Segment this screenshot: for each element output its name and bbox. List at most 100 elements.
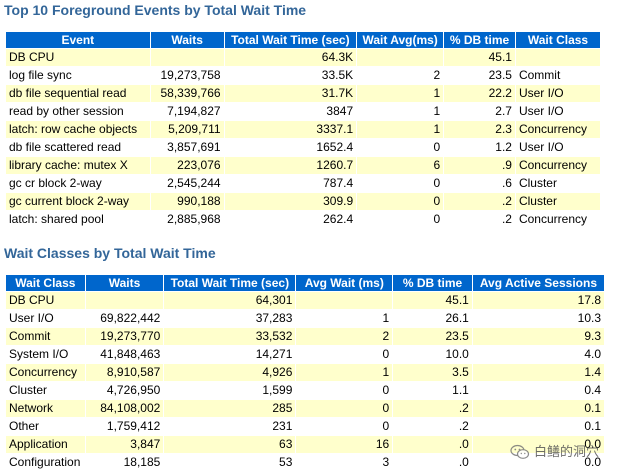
table-cell: 0	[296, 346, 393, 363]
table-cell: .6	[444, 175, 515, 192]
table-cell: 31.7K	[224, 85, 357, 102]
row-label: gc current block 2-way	[6, 193, 150, 210]
row-label: latch: shared pool	[6, 211, 150, 228]
table-row: DB CPU 64.3K 45.1	[6, 49, 600, 66]
table-cell: 1.1	[393, 382, 472, 399]
column-header: Wait Avg(ms)	[357, 32, 444, 48]
table-cell: 3,857,691	[150, 139, 224, 156]
top-foreground-events-table: Event Waits Total Wait Time (sec) Wait Avg(…	[5, 31, 601, 229]
table-cell: 2	[296, 328, 393, 345]
table-cell: .0	[393, 436, 472, 453]
table-cell: Cluster	[515, 193, 600, 210]
table-cell: 1	[296, 364, 393, 381]
row-label: log file sync	[6, 67, 150, 84]
table-cell: 1	[357, 85, 444, 102]
table-cell: 18,185	[85, 454, 164, 471]
table-cell: Cluster	[515, 175, 600, 192]
table-cell: 69,822,442	[85, 310, 164, 327]
table-cell: 10.0	[393, 346, 472, 363]
table-cell: 1260.7	[224, 157, 357, 174]
table-cell: 16	[296, 436, 393, 453]
table-cell: .2	[393, 400, 472, 417]
table-cell: 2,545,244	[150, 175, 224, 192]
table-cell: 2.7	[444, 103, 515, 120]
table-cell: 0.1	[472, 418, 604, 435]
row-label: System I/O	[6, 346, 85, 363]
table-cell: 1	[296, 310, 393, 327]
table-row: Network 84,108,002 285 0.2 0.1	[6, 400, 604, 417]
table-cell: Concurrency	[515, 157, 600, 174]
column-header: Avg Wait (ms)	[296, 275, 393, 291]
table-cell: 3,847	[85, 436, 164, 453]
table-cell: 22.2	[444, 85, 515, 102]
table-cell	[150, 49, 224, 66]
table-cell: 0	[296, 400, 393, 417]
table-cell: 10.3	[472, 310, 604, 327]
table-cell: 3.5	[393, 364, 472, 381]
column-header: % DB time	[393, 275, 472, 291]
table-header-row: Wait Class Waits Total Wait Time (sec) Avg …	[6, 275, 604, 291]
table-cell: 58,339,766	[150, 85, 224, 102]
row-label: latch: row cache objects	[6, 121, 150, 138]
table-cell: User I/O	[515, 139, 600, 156]
table-cell: 2	[357, 67, 444, 84]
table-cell: 285	[164, 400, 296, 417]
wait-classes-table-title: Wait Classes by Total Wait Time	[4, 245, 216, 261]
table-cell: 45.1	[444, 49, 515, 66]
table-cell: 23.5	[393, 328, 472, 345]
table-row: Other 1,759,412 231 0.2 0.1	[6, 418, 604, 435]
row-label: gc cr block 2-way	[6, 175, 150, 192]
table-row: log file sync 19,273,758 33.5K 2 23.5 Commit	[6, 67, 600, 84]
table-cell	[296, 292, 393, 309]
table-row: latch: row cache objects 5,209,711 3337.1 1…	[6, 121, 600, 138]
table-cell: 8,910,587	[85, 364, 164, 381]
table-cell: 2.3	[444, 121, 515, 138]
table-cell: 5,209,711	[150, 121, 224, 138]
table-cell: .2	[444, 211, 515, 228]
table-cell: 0	[296, 382, 393, 399]
table-row: latch: shared pool 2,885,968 262.4 0.2 Concu…	[6, 211, 600, 228]
table-cell: 7,194,827	[150, 103, 224, 120]
table-header-row: Event Waits Total Wait Time (sec) Wait Avg(…	[6, 32, 600, 48]
table-cell: .2	[393, 418, 472, 435]
table-cell: 1,599	[164, 382, 296, 399]
row-label: read by other session	[6, 103, 150, 120]
table-cell: .9	[444, 157, 515, 174]
column-header: Wait Class	[515, 32, 600, 48]
table-cell: 2,885,968	[150, 211, 224, 228]
row-label: User I/O	[6, 310, 85, 327]
row-label: Network	[6, 400, 85, 417]
table-cell: 53	[164, 454, 296, 471]
table-cell: 262.4	[224, 211, 357, 228]
table-cell: 0	[357, 175, 444, 192]
table-cell: 1.2	[444, 139, 515, 156]
table-cell: 1	[357, 103, 444, 120]
table-row: User I/O 69,822,442 37,283 1 26.1 10.3	[6, 310, 604, 327]
wechat-icon	[510, 444, 530, 459]
table-cell: 3847	[224, 103, 357, 120]
table-cell: 9.3	[472, 328, 604, 345]
table-cell: 231	[164, 418, 296, 435]
table-cell: 0	[357, 193, 444, 210]
table-cell: 3	[296, 454, 393, 471]
column-header: Total Wait Time (sec)	[164, 275, 296, 291]
table-cell: 223,076	[150, 157, 224, 174]
table-cell: 6	[357, 157, 444, 174]
table-cell: 41,848,463	[85, 346, 164, 363]
table-cell: 23.5	[444, 67, 515, 84]
table-cell: 17.8	[472, 292, 604, 309]
table-row: library cache: mutex X 223,076 1260.7 6.9 Co…	[6, 157, 600, 174]
row-label: db file scattered read	[6, 139, 150, 156]
table-row: db file scattered read 3,857,691 1652.4 0 1.…	[6, 139, 600, 156]
row-label: Concurrency	[6, 364, 85, 381]
column-header: Waits	[150, 32, 224, 48]
table-cell: 45.1	[393, 292, 472, 309]
table-cell: 990,188	[150, 193, 224, 210]
events-table-title: Top 10 Foreground Events by Total Wait T…	[4, 2, 307, 18]
table-cell: 64,301	[164, 292, 296, 309]
table-cell: 4,726,950	[85, 382, 164, 399]
table-cell: 1	[357, 121, 444, 138]
row-label: DB CPU	[6, 49, 150, 66]
column-header: Wait Class	[6, 275, 85, 291]
table-cell: 19,273,770	[85, 328, 164, 345]
